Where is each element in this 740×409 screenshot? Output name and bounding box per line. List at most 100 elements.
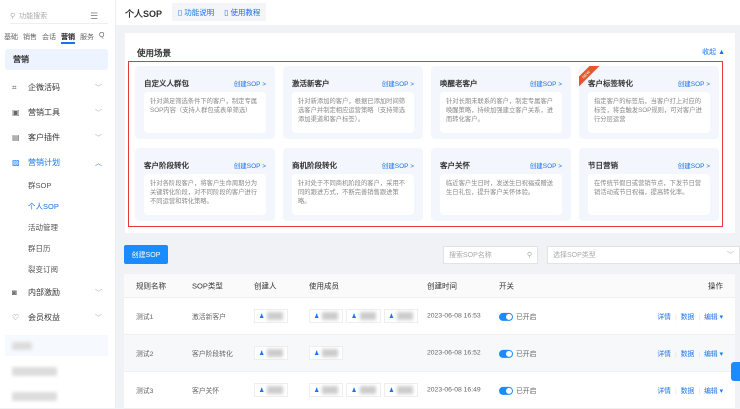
create-sop-link[interactable]: 创建SOP > (678, 78, 710, 88)
submenu-fission[interactable]: 裂变订阅 (28, 264, 58, 275)
scenario-title: 唤醒老客户 (440, 79, 478, 88)
sop-type: 客户关怀 (192, 388, 220, 395)
submenu-activity[interactable]: 活动管理 (28, 222, 58, 233)
create-sop-link[interactable]: 创建SOP > (678, 160, 710, 170)
scenario-description: 指定客户的标签后，当客户打上对应的标签，将会触发SOP规则，可对客户进行分层运营 (588, 92, 710, 133)
details-link[interactable]: 详情 (657, 314, 671, 321)
toggle-switch[interactable] (499, 350, 513, 359)
col-rule-name: 规则名称 (136, 281, 166, 290)
blurred-text (12, 342, 32, 350)
create-sop-link[interactable]: 创建SOP > (530, 160, 562, 170)
details-link[interactable]: 详情 (657, 388, 671, 395)
submenu-group-calendar[interactable]: 群日历 (28, 243, 51, 254)
feature-description-link[interactable]: ▯ 功能说明 (178, 7, 214, 18)
scenario-description: 针对各阶段客户，将客户生命周期分为关键转化阶段，对不同阶段的客户进行不同运营和转… (144, 174, 266, 215)
submenu-group-sop[interactable]: 群SOP (28, 180, 51, 191)
menu-internal-incentive[interactable]: ◙ 内部激励 ﹀ (12, 287, 102, 298)
tab-chat[interactable]: 会话 (42, 32, 56, 44)
menu-marketing-tools[interactable]: ▣ 营销工具 ﹀ (12, 107, 102, 118)
creator: ♟ (254, 346, 291, 360)
create-sop-link[interactable]: 创建SOP > (234, 160, 266, 170)
tab-service[interactable]: 服务 (80, 32, 94, 44)
col-creator: 创建人 (254, 281, 277, 290)
chevron-down-icon: ﹀ (95, 134, 102, 142)
sop-type-select[interactable]: 选择SOP类型 ﹀ (547, 246, 740, 264)
tab-marketing[interactable]: 营销 (61, 32, 75, 44)
user-icon: ♟ (314, 313, 320, 320)
scenario-card: 客户关怀 创建SOP > 临近客户生日时，发送生日祝福或赠送生日礼包，提升客户关… (431, 148, 571, 221)
incentive-icon: ◙ (12, 288, 17, 297)
table-row: 测试3 客户关怀 ♟ ♟ ♟ ♟ 2023-06-08 16:49 已开启 详情 | 数… (124, 372, 735, 409)
data-link[interactable]: 数据 (681, 388, 695, 395)
row-actions: 详情 | 数据 | 编辑 ▾ (657, 314, 723, 321)
blurred-name (267, 386, 284, 394)
plugin-icon: ▤ (12, 133, 20, 142)
tool-icon: ▣ (12, 108, 20, 117)
create-sop-button[interactable]: 创建SOP (124, 245, 168, 264)
tutorial-link[interactable]: ▯ 使用教程 (224, 7, 260, 18)
rule-name: 测试2 (136, 351, 154, 358)
plan-icon: ▨ (12, 158, 20, 167)
edit-dropdown[interactable]: 编辑 ▾ (704, 388, 723, 395)
submenu-personal-sop[interactable]: 个人SOP (28, 201, 59, 212)
toggle-switch[interactable] (499, 387, 513, 396)
collapse-button[interactable]: 收起 ▲ (702, 47, 725, 57)
sop-search-input[interactable]: 搜索SOP名称 ⚲ (443, 246, 538, 264)
tab-basic[interactable]: 基础 (4, 32, 18, 44)
created-time: 2023-06-08 16:52 (427, 349, 481, 357)
member-tag: ♟ (254, 309, 289, 323)
create-sop-link[interactable]: 创建SOP > (382, 78, 414, 88)
sidebar-tabs: 基础 销售 会话 营销 服务 Q (4, 32, 104, 44)
menu-qr-code[interactable]: ⌗ 企微活码 ﹀ (12, 82, 102, 93)
chevron-down-icon: ﹀ (95, 289, 102, 297)
chevron-up-icon: ︿ (95, 159, 102, 167)
chevron-down-icon: ﹀ (95, 84, 102, 92)
user-icon: ♟ (314, 387, 320, 394)
status-switch[interactable]: 已开启 (499, 311, 537, 322)
menu-marketing-plan[interactable]: ▨ 营销计划 ︿ (12, 157, 102, 168)
page-title: 个人SOP (125, 9, 163, 19)
member-tag: ♟ (309, 309, 344, 323)
edit-dropdown[interactable]: 编辑 ▾ (704, 351, 723, 358)
blurred-name (322, 349, 339, 357)
data-link[interactable]: 数据 (681, 351, 695, 358)
status-text: 已开启 (516, 313, 537, 321)
scenario-description: 针对新添加的客户，根据已添加时间筛选客户并制定相应运营策略（支持筛选添加渠道和客… (292, 92, 414, 133)
col-created-time: 创建时间 (427, 281, 457, 290)
menu-toggle-icon[interactable]: ☰ (90, 11, 98, 22)
sop-type: 激活新客户 (192, 314, 226, 321)
create-sop-link[interactable]: 创建SOP > (530, 78, 562, 88)
table-row: 测试2 客户阶段转化 ♟ ♟ 2023-06-08 16:52 已开启 详情 | 数… (124, 335, 735, 372)
blurred-name (397, 386, 414, 394)
status-switch[interactable]: 已开启 (499, 385, 537, 396)
table-row: 测试1 激活新客户 ♟ ♟ ♟ ♟ 2023-06-08 16:53 已开启 详情 |… (124, 298, 735, 335)
menu-customer-plugin[interactable]: ▤ 客户插件 ﹀ (12, 132, 102, 143)
toggle-switch[interactable] (499, 313, 513, 322)
header-links: ▯ 功能说明 ▯ 使用教程 (172, 3, 267, 21)
usage-scenarios-panel: 使用场景 收起 ▲ 自定义人群包 创建SOP > 针对满足筛选条件下的客户，制定… (125, 33, 735, 233)
edit-dropdown[interactable]: 编辑 ▾ (704, 314, 723, 321)
tab-more[interactable]: Q (99, 32, 104, 44)
member-tag: ♟ (254, 383, 289, 397)
blurred-text (12, 392, 57, 401)
menu-member-rights[interactable]: ♡ 会员权益 ﹀ (12, 312, 102, 323)
tab-sales[interactable]: 销售 (23, 32, 37, 44)
status-text: 已开启 (516, 387, 537, 395)
section-marketing: 营销 (5, 49, 108, 70)
floating-help-button[interactable] (731, 362, 740, 381)
blurred-name (322, 386, 339, 394)
chevron-down-icon: ﹀ (727, 252, 734, 259)
status-switch[interactable]: 已开启 (499, 348, 536, 359)
details-link[interactable]: 详情 (657, 351, 671, 358)
create-sop-link[interactable]: 创建SOP > (382, 160, 414, 170)
col-sop-type: SOP类型 (192, 281, 223, 290)
create-sop-link[interactable]: 创建SOP > (234, 78, 266, 88)
data-link[interactable]: 数据 (681, 314, 695, 321)
col-switch: 开关 (499, 281, 514, 290)
user-icon: ♟ (388, 313, 395, 320)
user-icon: ♟ (259, 313, 265, 320)
section-title: 使用场景 (137, 48, 172, 58)
user-icon: ♟ (351, 313, 357, 320)
scenario-card: 节日营销 创建SOP > 在传统节假日或营销节点，下发节日营销活动或节日祝福，提… (579, 148, 719, 221)
blurred-name (267, 312, 284, 320)
